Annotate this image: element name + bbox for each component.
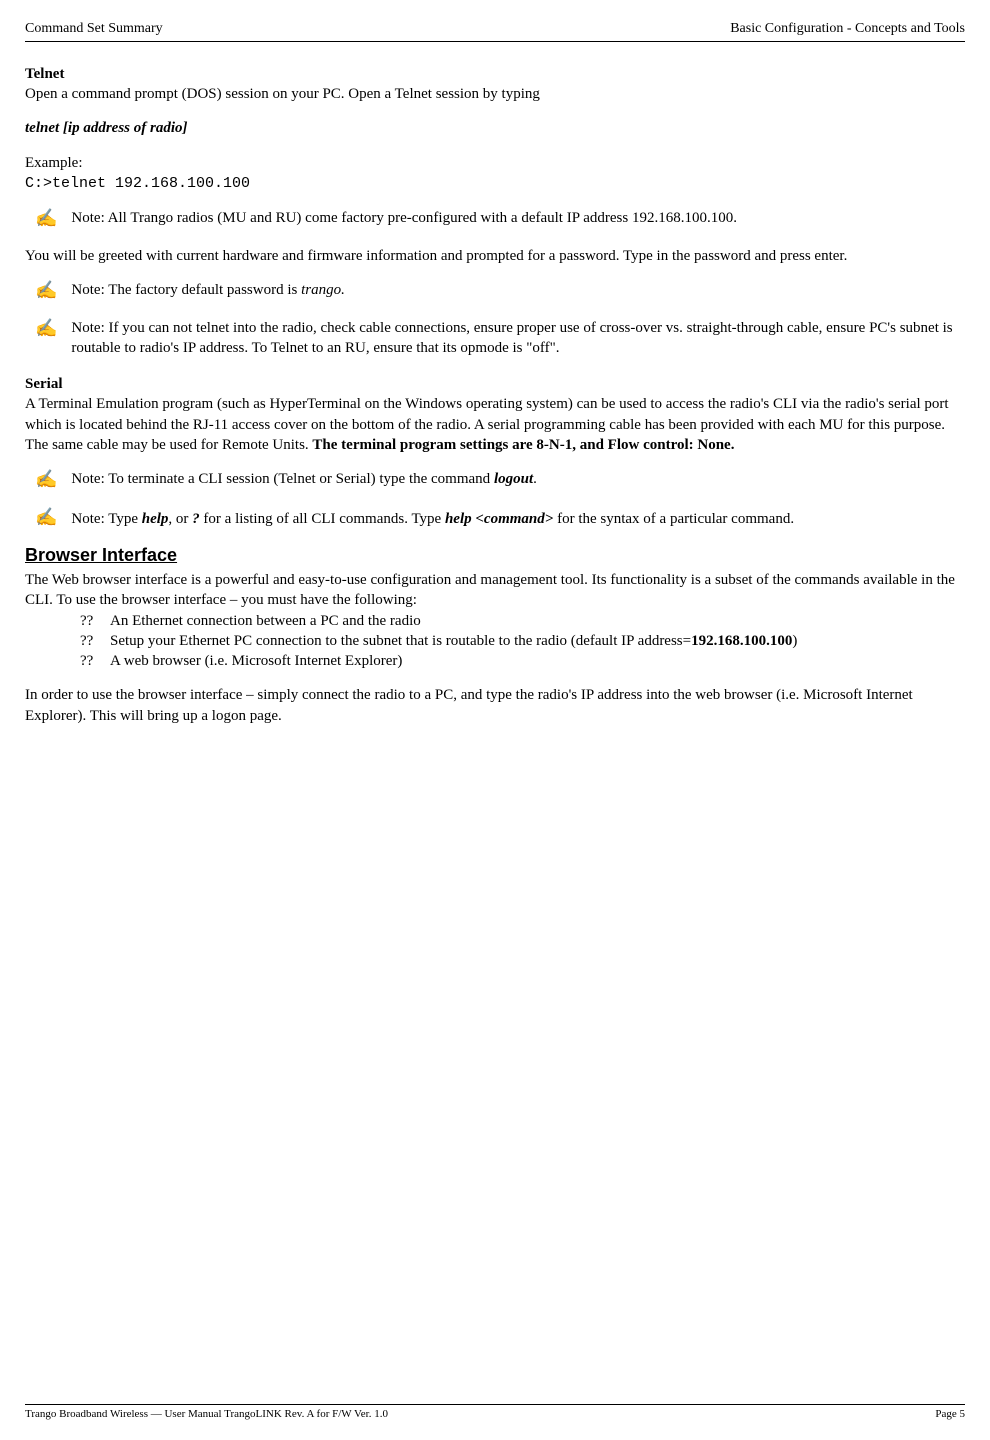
bullet: ?? [80, 631, 110, 651]
list-item: ?? A web browser (i.e. Microsoft Interne… [80, 651, 965, 671]
list-item: ?? Setup your Ethernet PC connection to … [80, 631, 965, 651]
telnet-greeting: You will be greeted with current hardwar… [25, 246, 965, 266]
pencil-icon: ✍ [35, 507, 57, 527]
footer-right: Page 5 [935, 1407, 965, 1422]
note-text: Note: All Trango radios (MU and RU) come… [71, 208, 965, 228]
list-text: An Ethernet connection between a PC and … [110, 611, 421, 631]
pencil-icon: ✍ [35, 318, 57, 340]
page-header: Command Set Summary Basic Configuration … [25, 20, 965, 42]
list-item: ?? An Ethernet connection between a PC a… [80, 611, 965, 631]
note-text: Note: To terminate a CLI session (Telnet… [71, 469, 965, 489]
telnet-syntax: telnet [ip address of radio] [25, 118, 965, 138]
serial-body: A Terminal Emulation program (such as Hy… [25, 394, 965, 455]
note-logout: ✍ Note: To terminate a CLI session (Teln… [25, 469, 965, 491]
pencil-icon: ✍ [35, 208, 57, 230]
telnet-heading: Telnet [25, 64, 965, 84]
browser-outro: In order to use the browser interface – … [25, 685, 965, 726]
bullet: ?? [80, 651, 110, 671]
telnet-intro: Open a command prompt (DOS) session on y… [25, 84, 965, 104]
serial-heading: Serial [25, 374, 965, 394]
note-text: Note: If you can not telnet into the rad… [71, 318, 965, 359]
note-default-password: ✍ Note: The factory default password is … [25, 280, 965, 302]
footer-left: Trango Broadband Wireless — User Manual … [25, 1407, 388, 1422]
header-left: Command Set Summary [25, 20, 163, 39]
example-label: Example: [25, 153, 965, 173]
page-footer: Trango Broadband Wireless — User Manual … [25, 1404, 965, 1422]
note-default-ip: ✍ Note: All Trango radios (MU and RU) co… [25, 208, 965, 230]
note-text: Note: The factory default password is tr… [71, 280, 965, 300]
browser-interface-heading: Browser Interface [25, 543, 965, 567]
pencil-icon: ✍ [35, 280, 57, 302]
list-text: A web browser (i.e. Microsoft Internet E… [110, 651, 402, 671]
example-command: C:>telnet 192.168.100.100 [25, 173, 965, 194]
list-text: Setup your Ethernet PC connection to the… [110, 631, 797, 651]
note-cannot-telnet: ✍ Note: If you can not telnet into the r… [25, 318, 965, 359]
header-right: Basic Configuration - Concepts and Tools [730, 20, 965, 39]
bullet: ?? [80, 611, 110, 631]
pencil-icon: ✍ [35, 469, 57, 491]
note-help-command: ✍Note: Type help, or ? for a listing of … [25, 507, 965, 529]
browser-intro: The Web browser interface is a powerful … [25, 570, 965, 611]
